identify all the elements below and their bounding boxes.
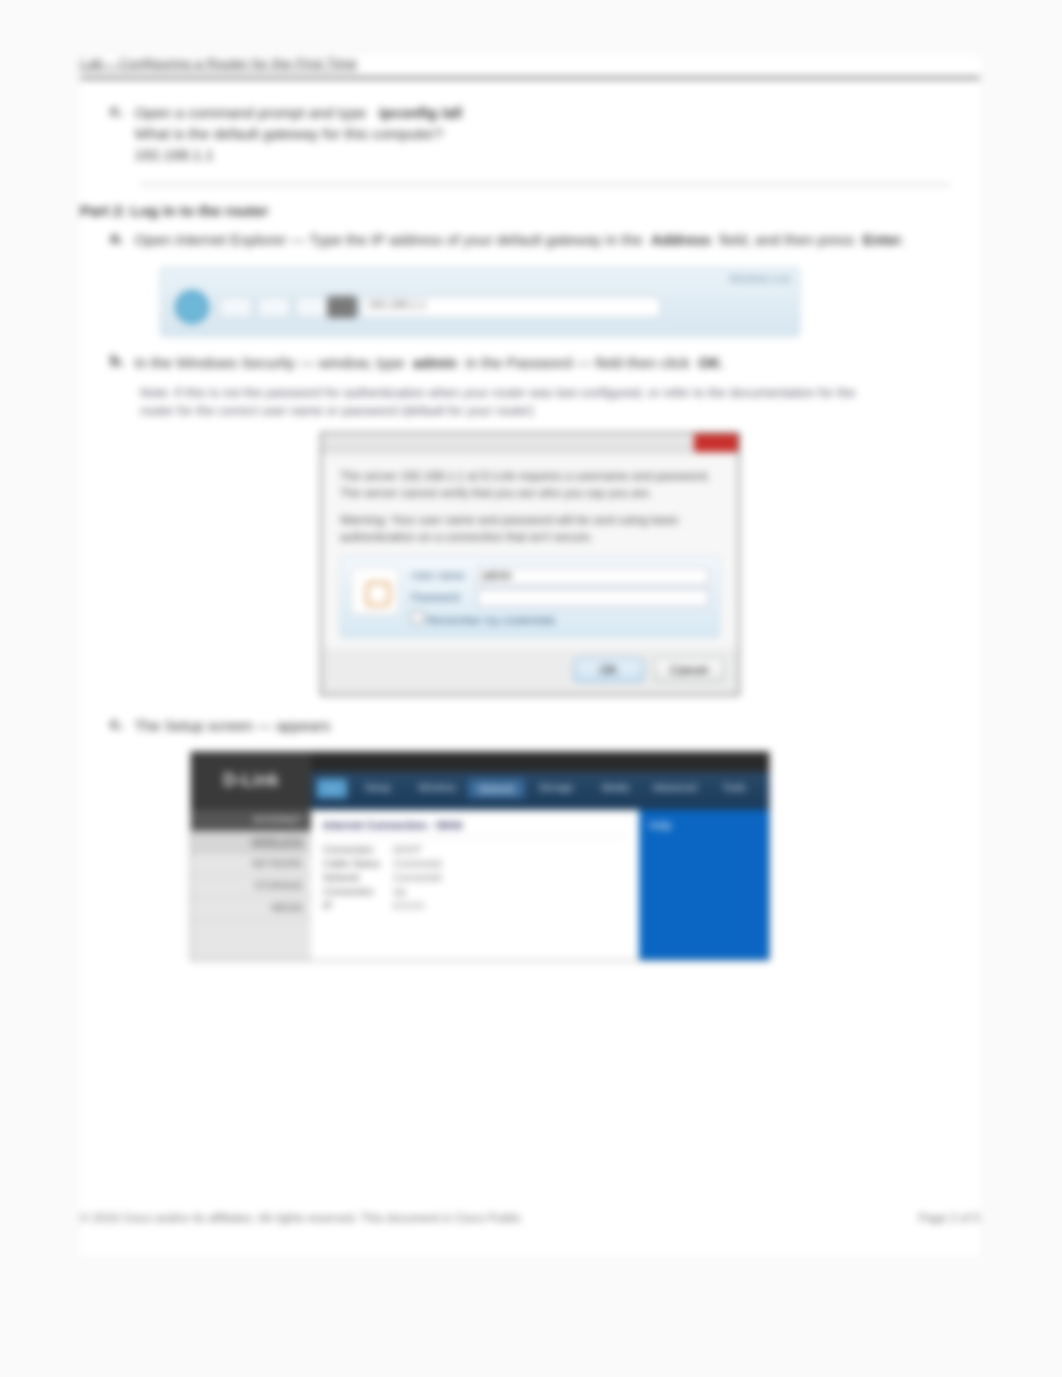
address-bar[interactable]: 192.168.1.1 [361,296,661,318]
sidebar-item[interactable]: INTERNET [191,810,311,832]
ok-button[interactable]: OK [574,658,644,682]
step-b: b. In the Windows Security — window, typ… [110,353,980,374]
dialog-titlebar [322,434,738,454]
step-text: Open a command prompt and type ipconfig … [134,103,914,166]
step-text: The Setup screen — appears [134,716,914,737]
go-button[interactable] [327,296,357,318]
page-footer: © 2016 Cisco and/or its affiliates. All … [80,1211,980,1225]
help-label: Help [649,820,672,832]
header-rule [80,77,980,79]
router-screenshot: D-Link ⌂ Setup Wireless Network Storage … [190,751,770,961]
sidebar-item[interactable]: STORAGE [191,876,311,898]
step-text: In the Windows Security — window, type a… [134,353,914,374]
step-number: a. [110,230,130,248]
document-page: Lab – Configuring a Router for the First… [80,55,980,1255]
auth-dialog: The server 192.168.1.1 at D-Link require… [320,432,740,695]
remember-checkbox-label[interactable]: Remember my credentials [411,611,709,627]
step-c: c. Open a command prompt and type ipconf… [110,103,980,166]
username-label: User name [411,570,471,582]
dialog-body: The server 192.168.1.1 at D-Link require… [322,454,738,647]
dialog-buttons: OK Cancel [322,648,738,694]
answer-text: 192.168.1.1 [134,147,213,164]
tab-tools[interactable]: Tools [706,779,763,798]
command-text: ipconfig /all [379,105,462,122]
page-header: Lab – Configuring a Router for the First… [80,55,980,75]
router-brand: D-Link [191,752,311,810]
password-label: Password [411,592,471,604]
tab-wireless[interactable]: Wireless [408,779,465,798]
credentials-panel: User name Password Remember my credentia… [340,556,720,638]
step-number: c. [110,716,130,734]
router-body: INTERNET WIRELESS NETWORK STORAGE MEDIA … [191,810,769,960]
user-icon [351,567,399,615]
browser-screenshot: 192.168.1.1 Windows Live [160,267,800,337]
home-icon[interactable]: ⌂ [317,779,347,798]
dialog-message-2: Warning: Your user name and password wil… [340,512,720,546]
tab-storage[interactable]: Storage [527,779,584,798]
reload-button[interactable] [295,296,329,318]
tab-setup[interactable]: Setup [349,779,406,798]
divider [140,184,950,185]
sidebar-item[interactable]: NETWORK [191,854,311,876]
page-number: Page 2 of 5 [919,1211,980,1225]
part-label: Part 2: Log in to the router [80,203,980,220]
tab-media[interactable]: Media [587,779,644,798]
ie-icon [175,290,209,324]
router-tabs: ⌂ Setup Wireless Network Storage Media A… [311,772,769,810]
nav-buttons [219,296,329,318]
router-help-panel: Help [639,810,769,960]
router-sidebar: INTERNET WIRELESS NETWORK STORAGE MEDIA [191,810,311,960]
remember-checkbox[interactable] [411,611,424,624]
note-text: Note: If this is not the password for au… [140,384,880,420]
tab-advanced[interactable]: Advanced [646,779,703,798]
step-text: Open Internet Explorer — Type the IP add… [134,230,914,251]
forward-button[interactable] [257,296,291,318]
cancel-button[interactable]: Cancel [654,658,724,682]
step-c2: c. The Setup screen — appears [110,716,980,737]
password-field[interactable] [477,589,709,607]
browser-corner-text: Windows Live [729,274,791,285]
copyright-text: © 2016 Cisco and/or its affiliates. All … [80,1211,524,1225]
step-a: a. Open Internet Explorer — Type the IP … [110,230,980,251]
close-icon[interactable] [694,434,738,452]
tab-network[interactable]: Network [468,779,525,798]
sidebar-item[interactable]: MEDIA [191,898,311,920]
dialog-message-1: The server 192.168.1.1 at D-Link require… [340,468,720,502]
step-number: b. [110,353,130,371]
router-main-panel: Internet Connection - WAN ConnectionDHCP… [311,810,639,960]
username-field[interactable] [477,567,709,585]
panel-title: Internet Connection - WAN [323,820,627,837]
step-number: c. [110,103,130,121]
sidebar-item[interactable]: WIRELESS [191,832,311,854]
back-button[interactable] [219,296,253,318]
router-header: D-Link ⌂ Setup Wireless Network Storage … [191,752,769,810]
